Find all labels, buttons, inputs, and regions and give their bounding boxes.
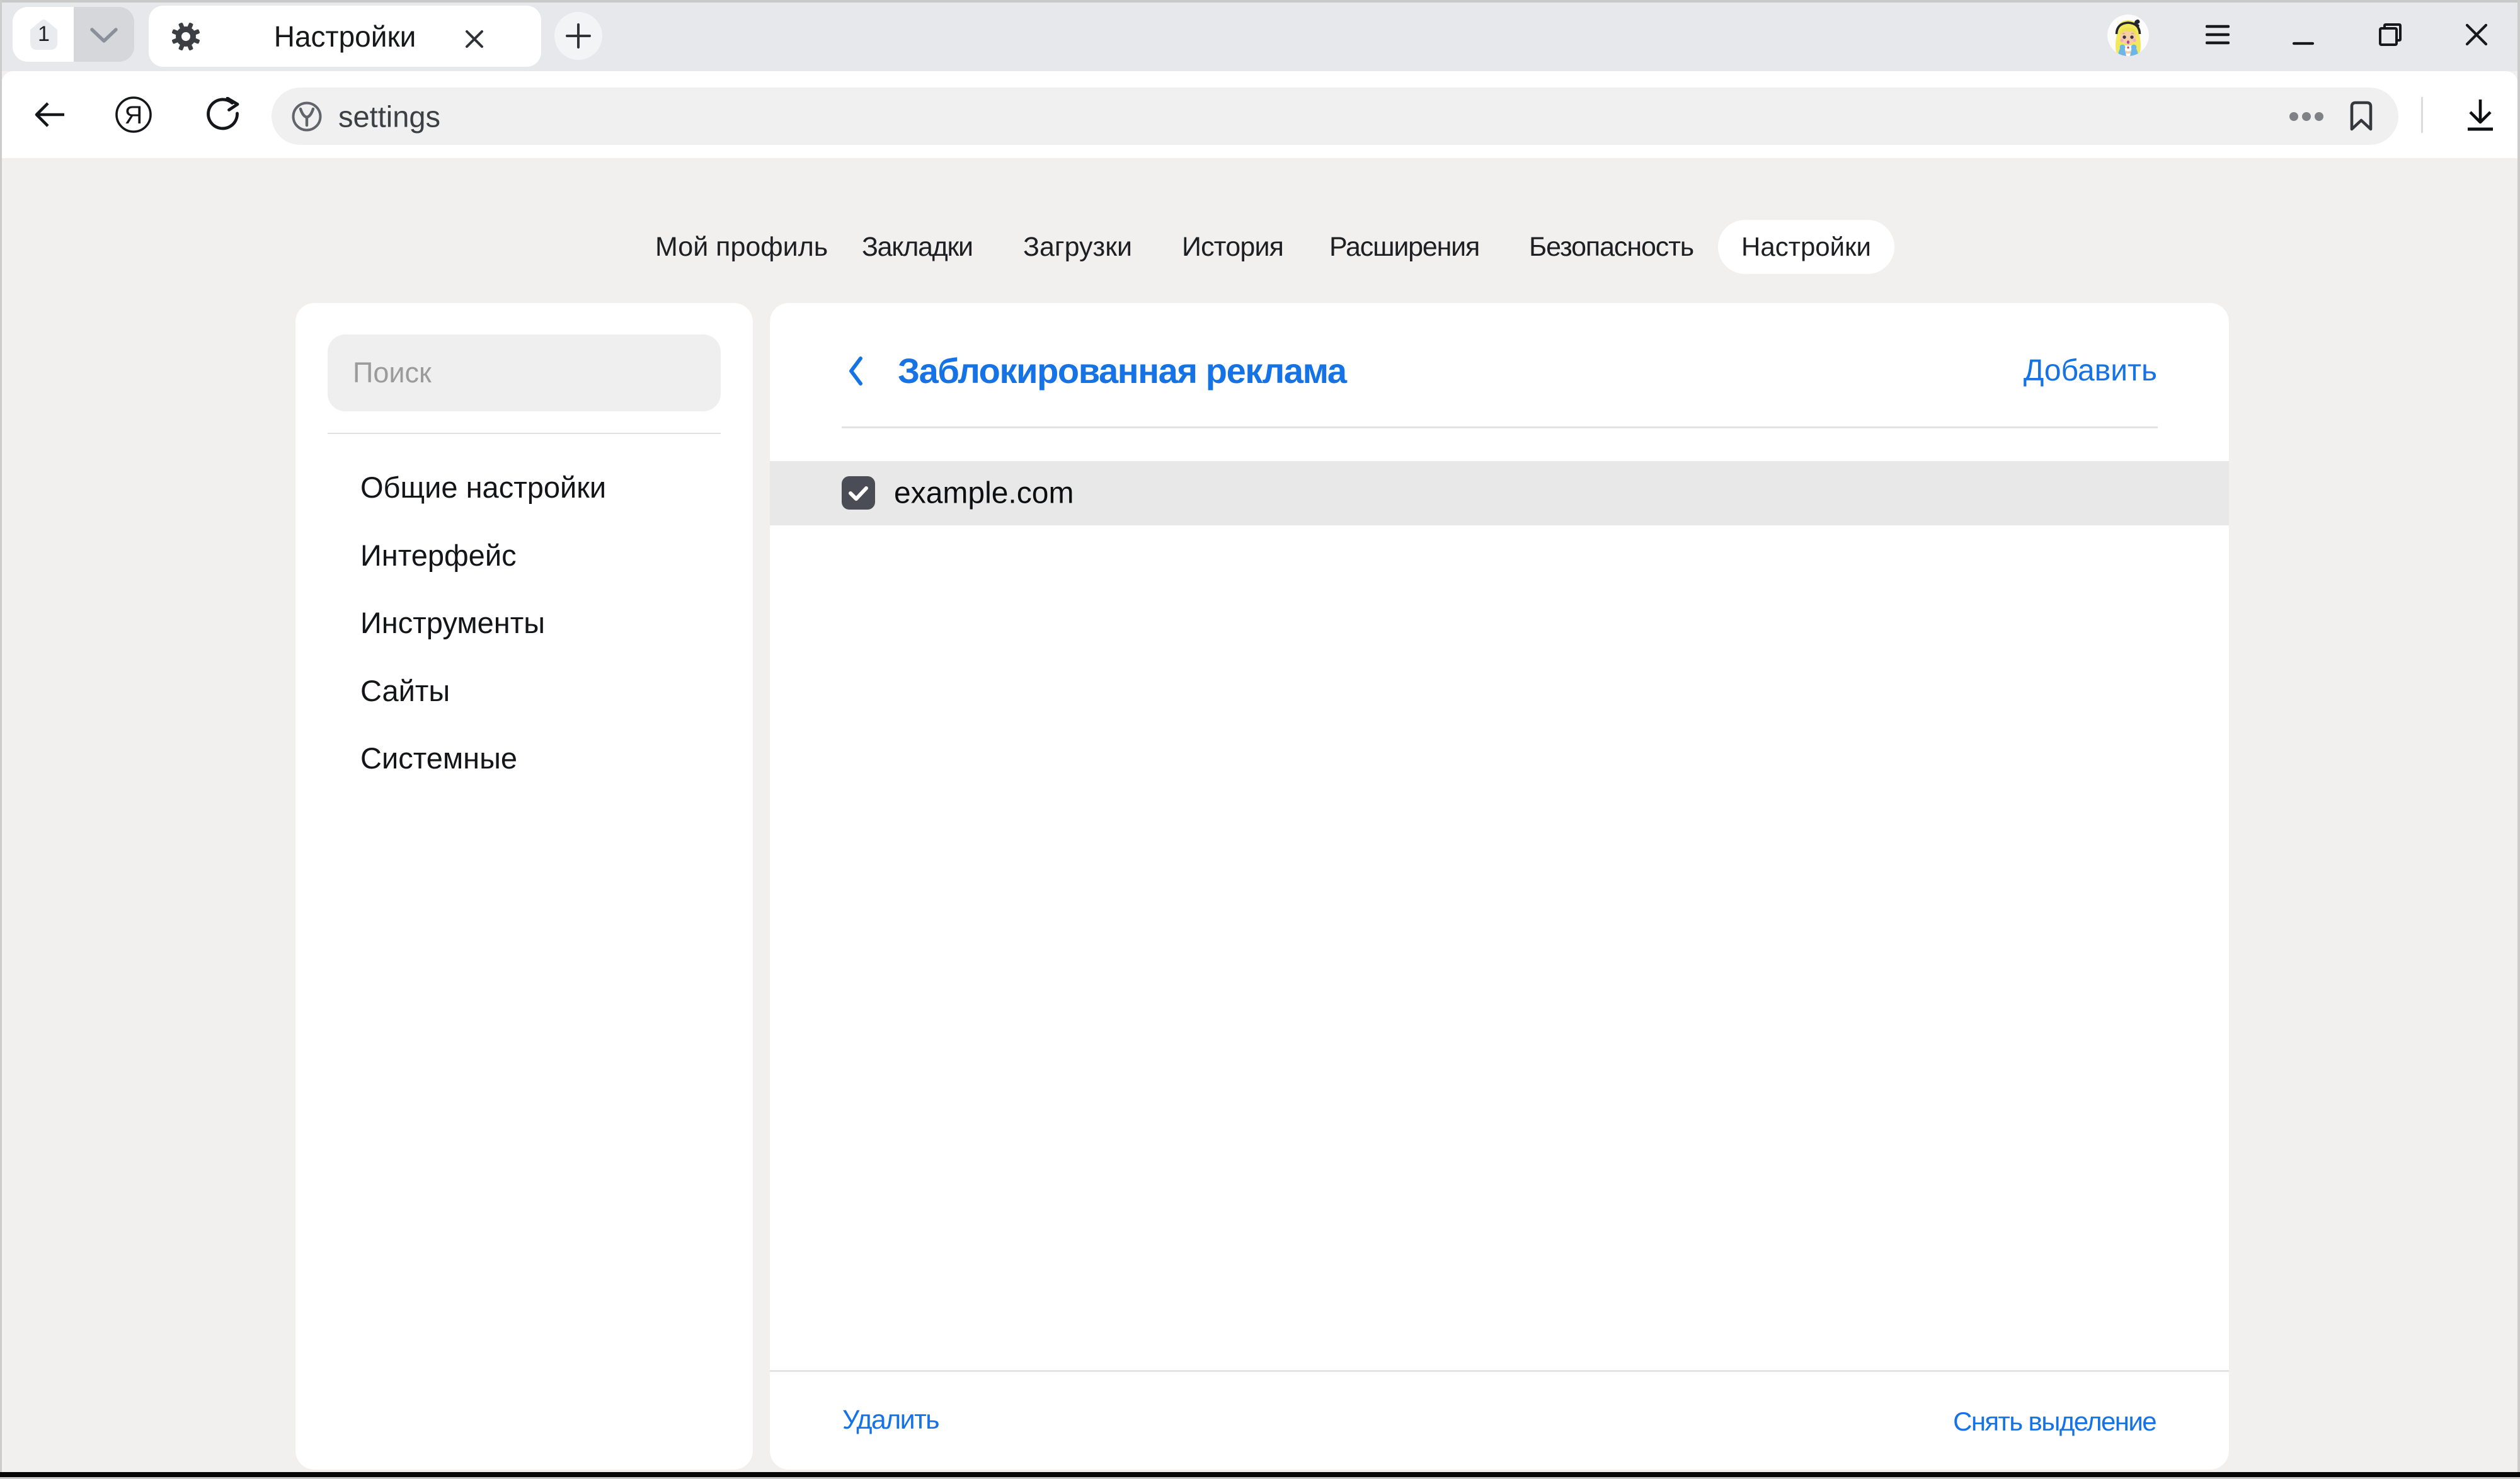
svg-text:Я: Я [125, 101, 143, 129]
